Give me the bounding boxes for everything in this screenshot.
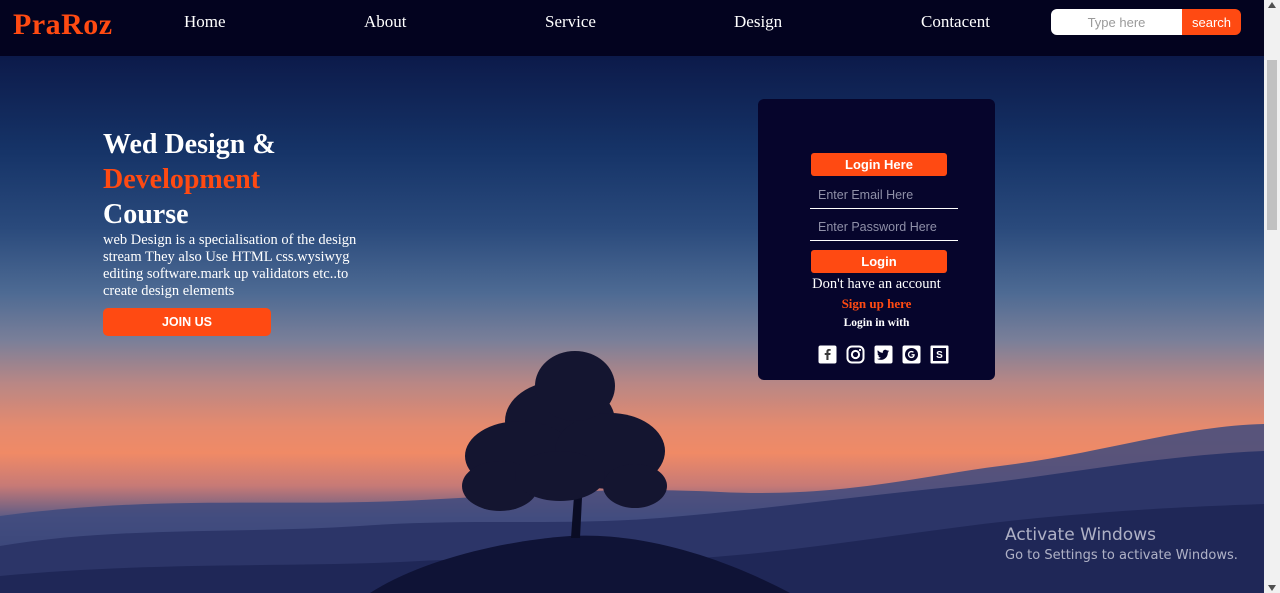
activate-windows-subtitle: Go to Settings to activate Windows. bbox=[1005, 548, 1238, 563]
password-field[interactable] bbox=[810, 213, 958, 241]
hero-title-line-2: Development bbox=[103, 164, 261, 195]
twitter-icon[interactable] bbox=[874, 345, 893, 364]
skype-icon[interactable]: S bbox=[930, 345, 949, 364]
nav-link-about[interactable]: About bbox=[364, 12, 407, 32]
google-icon[interactable] bbox=[902, 345, 921, 364]
sign-up-link[interactable]: Sign up here bbox=[758, 296, 995, 312]
hero-description: web Design is a specialisation of the de… bbox=[103, 232, 357, 299]
facebook-icon[interactable] bbox=[818, 345, 837, 364]
hero-title: Wed Design & Development Course bbox=[103, 127, 403, 232]
email-field[interactable] bbox=[810, 181, 958, 209]
navbar: PraRoz Home About Service Design Contace… bbox=[0, 0, 1264, 56]
scroll-up-arrow-icon[interactable] bbox=[1268, 2, 1276, 8]
no-account-text: Don't have an account bbox=[812, 276, 941, 292]
login-with-label: Login in with bbox=[843, 317, 910, 329]
hero-title-line-1: Wed Design & bbox=[103, 129, 276, 160]
login-button[interactable]: Login bbox=[811, 250, 947, 273]
activate-windows-title: Activate Windows bbox=[1005, 525, 1156, 545]
search-button[interactable]: search bbox=[1182, 9, 1241, 35]
nav-link-home[interactable]: Home bbox=[184, 12, 226, 32]
login-heading: Login Here bbox=[811, 153, 947, 176]
nav-link-contact[interactable]: Contacent bbox=[921, 12, 990, 32]
nav-link-design[interactable]: Design bbox=[734, 12, 782, 32]
svg-text:S: S bbox=[936, 350, 943, 361]
search-form: search bbox=[1051, 9, 1241, 35]
login-card: Login Here Login Don't have an account S… bbox=[758, 99, 995, 380]
instagram-icon[interactable] bbox=[846, 345, 865, 364]
nav-link-service[interactable]: Service bbox=[545, 12, 596, 32]
search-input[interactable] bbox=[1051, 9, 1182, 35]
hero-title-line-3: Course bbox=[103, 199, 189, 230]
scroll-down-arrow-icon[interactable] bbox=[1268, 585, 1276, 591]
scroll-thumb[interactable] bbox=[1267, 60, 1277, 230]
activate-windows-watermark: Activate Windows Go to Settings to activ… bbox=[1005, 525, 1238, 563]
brand-logo[interactable]: PraRoz bbox=[13, 8, 113, 42]
join-us-button[interactable]: JOIN US bbox=[103, 308, 271, 336]
page-scrollbar[interactable] bbox=[1264, 0, 1280, 593]
